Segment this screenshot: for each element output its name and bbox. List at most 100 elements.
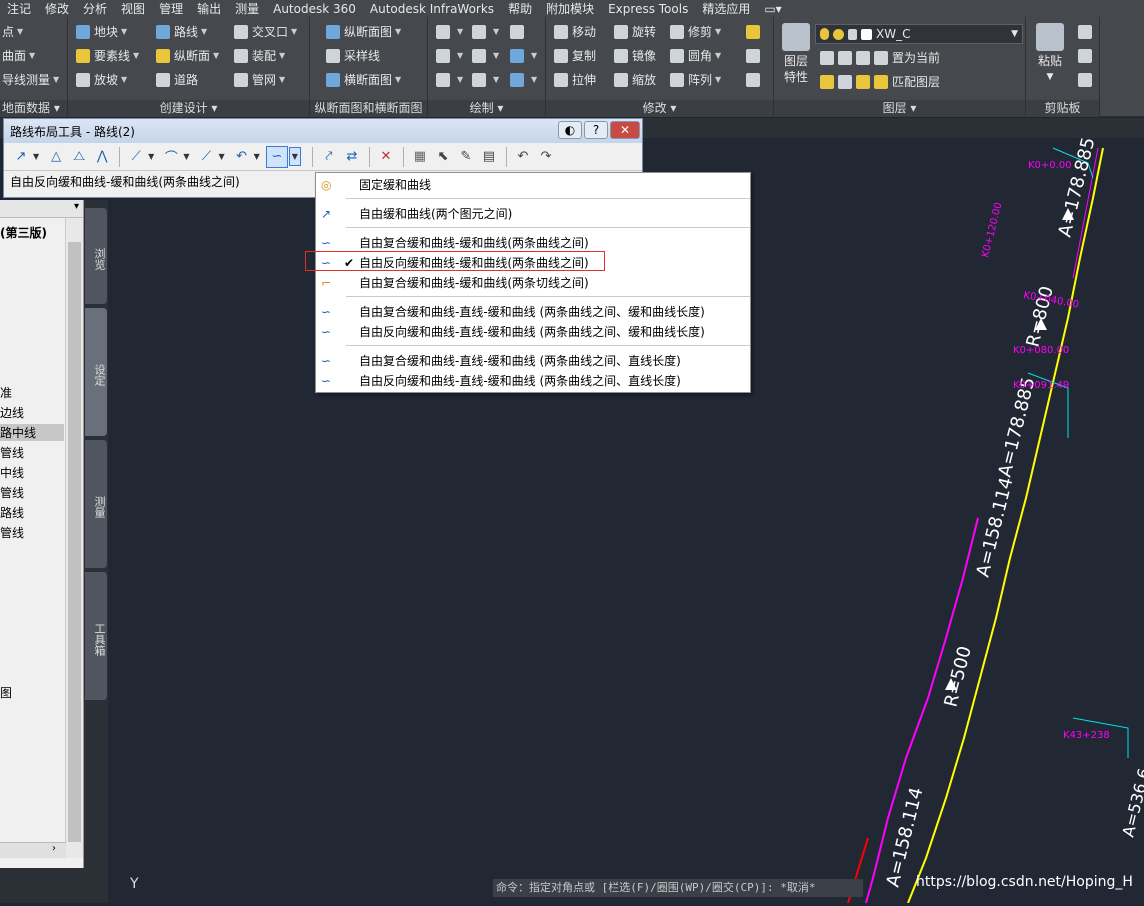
grading-button[interactable]: 放坡 ▼	[76, 69, 127, 91]
tab-survey[interactable]: 测量	[85, 440, 107, 568]
circle-tool-icon[interactable]: ▼	[472, 45, 499, 67]
command-line[interactable]: 命令：指定对角点或 [栏选(F)/圈围(WP)/圈交(CP)]: *取消*	[493, 879, 863, 897]
mirror-button[interactable]: 镜像	[614, 45, 656, 67]
menu-overflow-icon[interactable]: ▭▾	[757, 2, 788, 16]
trim-button[interactable]: 修剪 ▼	[670, 21, 721, 43]
edit-icon[interactable]: ✎	[455, 146, 477, 168]
palette-item[interactable]: 管线	[0, 444, 24, 461]
menu-infraworks[interactable]: Autodesk InfraWorks	[363, 2, 501, 16]
dd-free-spiral[interactable]: ↗ 自由缓和曲线(两个图元之间)	[316, 204, 750, 224]
menu-analyze[interactable]: 分析	[76, 0, 114, 17]
menu-annotate[interactable]: 注记	[0, 0, 38, 17]
alignment-button[interactable]: 路线 ▼	[156, 21, 207, 43]
dd-reverse-sls-spiral-len[interactable]: ∽ 自由反向缓和曲线-直线-缓和曲线 (两条曲线之间、缓和曲线长度)	[316, 322, 750, 342]
panel-title-create-design[interactable]: 创建设计 ▾	[68, 100, 309, 117]
boundary-tool-icon[interactable]: ▼	[510, 69, 537, 91]
scrollbar-thumb[interactable]	[68, 242, 81, 842]
sample-lines-button[interactable]: 采样线	[326, 45, 380, 67]
scale-button[interactable]: 缩放	[614, 69, 656, 91]
palette-item[interactable]: 管线	[0, 524, 24, 541]
point-tool-icon[interactable]: ▼	[436, 69, 463, 91]
stretch-button[interactable]: 拉伸	[554, 69, 596, 91]
dd-fixed-spiral[interactable]: ◎ 固定缓和曲线	[316, 175, 750, 195]
rectangle-tool-icon[interactable]: ▼	[510, 45, 537, 67]
chevron-down-icon[interactable]: ▼	[218, 152, 224, 161]
convert-icon[interactable]: ⤤	[318, 146, 340, 168]
pin-icon[interactable]: ◐	[558, 121, 582, 139]
cut-icon[interactable]	[1078, 21, 1096, 43]
paste-button[interactable]: 粘贴 ▼	[1032, 23, 1068, 85]
line-tool-icon[interactable]: ▼	[436, 21, 463, 43]
layer-properties-button[interactable]: 图层 特性	[778, 23, 814, 85]
chevron-down-icon[interactable]: ▼	[288, 147, 301, 166]
palette-item[interactable]: 图	[0, 684, 12, 701]
palette-item-selected[interactable]: 路中线	[0, 424, 64, 441]
tab-settings[interactable]: 设定	[85, 308, 107, 436]
chevron-down-icon[interactable]: ▾	[74, 201, 79, 212]
break-apart-pi-icon[interactable]: ⋀	[91, 146, 113, 168]
surfaces-button[interactable]: 曲面 ▼	[2, 45, 35, 67]
menu-view[interactable]: 视图	[114, 0, 152, 17]
dd-compound-spiral-tangents[interactable]: ⌐ 自由复合缓和曲线-缓和曲线(两条切线之间)	[316, 273, 750, 293]
panel-title-modify[interactable]: 修改 ▾	[546, 100, 773, 117]
delete-entity-icon[interactable]: ✕	[375, 146, 397, 168]
section-views-button[interactable]: 横断面图 ▼	[326, 69, 401, 91]
palette-header[interactable]: ▾	[0, 200, 83, 218]
profile-button[interactable]: 纵断面 ▼	[156, 45, 219, 67]
close-icon[interactable]: ✕	[610, 121, 640, 139]
panel-title-ground[interactable]: 地面数据 ▾	[0, 100, 67, 117]
menu-express-tools[interactable]: Express Tools	[601, 2, 695, 16]
tab-toolbox[interactable]: 工具箱	[85, 572, 107, 700]
line-with-spiral-icon[interactable]: ⟋	[195, 146, 217, 168]
pencil-icon[interactable]	[746, 21, 764, 43]
parcel-button[interactable]: 地块 ▼	[76, 21, 127, 43]
menu-survey[interactable]: 测量	[228, 0, 266, 17]
chevron-down-icon[interactable]: ▼	[148, 152, 154, 161]
traverse-button[interactable]: 导线测量 ▼	[2, 69, 59, 91]
copy-clip-icon[interactable]	[1078, 45, 1096, 67]
palette-item[interactable]: 管线	[0, 484, 24, 501]
move-button[interactable]: 移动	[554, 21, 596, 43]
layer-tools-row2[interactable]: 匹配图层	[820, 71, 940, 93]
chevron-down-icon[interactable]: ▼	[33, 152, 39, 161]
palette-item[interactable]: 准	[0, 384, 12, 401]
curve-icon[interactable]: ⌒	[160, 146, 182, 168]
palette-item[interactable]: 路线	[0, 504, 24, 521]
assembly-button[interactable]: 装配 ▼	[234, 45, 285, 67]
dd-reverse-sls-line-len[interactable]: ∽ 自由反向缓和曲线-直线-缓和曲线 (两条曲线之间、直线长度)	[316, 371, 750, 391]
insert-pi-icon[interactable]: △	[45, 146, 67, 168]
palette-scrollbar[interactable]	[65, 218, 83, 858]
menu-addins[interactable]: 附加模块	[539, 0, 601, 17]
pick-entity-icon[interactable]: ⬉	[432, 146, 454, 168]
dd-compound-spiral[interactable]: ∽ 自由复合缓和曲线-缓和曲线(两条曲线之间)	[316, 233, 750, 253]
corridor-button[interactable]: 道路	[156, 69, 198, 91]
menu-modify[interactable]: 修改	[38, 0, 76, 17]
layer-dropdown[interactable]: XW_C ▼	[815, 24, 1023, 44]
fillet-button[interactable]: 圆角 ▼	[670, 45, 721, 67]
grid-view-icon[interactable]: ▦	[409, 146, 431, 168]
eraser-icon[interactable]	[746, 45, 764, 67]
chevron-down-icon[interactable]: ▼	[254, 152, 260, 161]
grid-editor-icon[interactable]: ▤	[478, 146, 500, 168]
toolwindow-titlebar[interactable]: 路线布局工具 - 路线(2) ◐ ? ✕	[4, 119, 642, 143]
offset-icon[interactable]	[746, 69, 764, 91]
hatch-tool-icon[interactable]: ▼	[472, 69, 499, 91]
copy-button[interactable]: 复制	[554, 45, 596, 67]
pi-tool-icon[interactable]: ↗	[10, 146, 32, 168]
menu-autodesk360[interactable]: Autodesk 360	[266, 2, 363, 16]
menu-help[interactable]: 帮助	[501, 0, 539, 17]
dd-compound-sls-spiral-len[interactable]: ∽ 自由复合缓和曲线-直线-缓和曲线 (两条曲线之间、缓和曲线长度)	[316, 302, 750, 322]
palette-item[interactable]: 中线	[0, 464, 24, 481]
intersection-button[interactable]: 交叉口 ▼	[234, 21, 297, 43]
delete-pi-icon[interactable]: ⧍	[68, 146, 90, 168]
spiral-spiral-icon[interactable]: ∽	[265, 145, 288, 168]
array-button[interactable]: 阵列 ▼	[670, 69, 721, 91]
redo-icon[interactable]: ↷	[535, 146, 557, 168]
profile-view-button[interactable]: 纵断面图 ▼	[326, 21, 401, 43]
chevron-down-icon[interactable]: ▼	[183, 152, 189, 161]
xline-tool-icon[interactable]: ▼	[436, 45, 463, 67]
dd-compound-sls-line-len[interactable]: ∽ 自由复合缓和曲线-直线-缓和曲线 (两条曲线之间、直线长度)	[316, 351, 750, 371]
reverse-icon[interactable]: ⇄	[341, 146, 363, 168]
tab-prospector[interactable]: 浏览	[85, 208, 107, 304]
panel-title-layers[interactable]: 图层 ▾	[774, 100, 1025, 117]
